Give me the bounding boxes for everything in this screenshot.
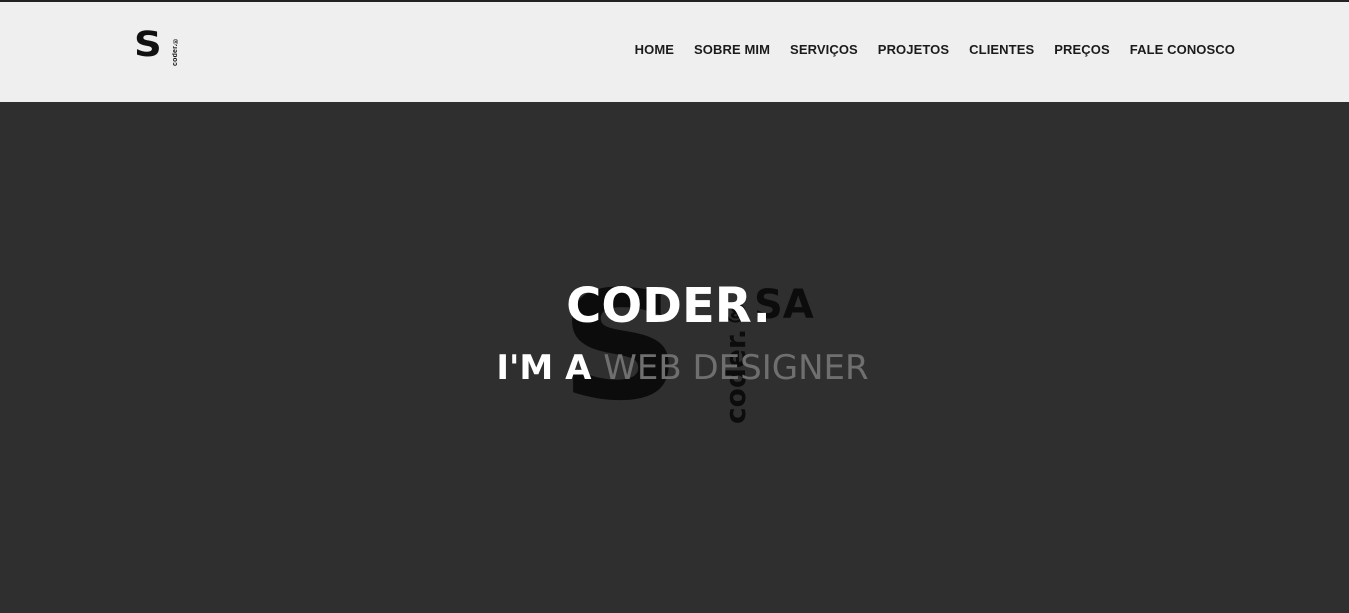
logo-word: coder.®	[172, 36, 179, 66]
nav-item-sobre-mim[interactable]: SOBRE MIM	[694, 42, 770, 57]
logo-letter: S	[134, 25, 162, 65]
hero-subtitle-lead: I'M A	[496, 348, 604, 388]
hero-section: S coder.® SA CODER. I'M A WEB DESIGNER	[0, 102, 1349, 613]
nav-item-servicos[interactable]: SERVIÇOS	[790, 42, 858, 57]
nav-item-precos[interactable]: PREÇOS	[1054, 42, 1110, 57]
hero-subtitle-role: WEB DESIGNER	[603, 348, 869, 388]
nav-item-home[interactable]: HOME	[635, 42, 674, 57]
nav-item-clientes[interactable]: CLIENTES	[969, 42, 1034, 57]
main-nav: HOME SOBRE MIM SERVIÇOS PROJETOS CLIENTE…	[635, 42, 1235, 57]
hero-title: CODER.	[566, 278, 771, 334]
hero-subtitle: I'M A WEB DESIGNER	[0, 346, 1349, 390]
nav-item-projetos[interactable]: PROJETOS	[878, 42, 949, 57]
nav-item-fale-conosco[interactable]: FALE CONOSCO	[1130, 42, 1235, 57]
site-logo[interactable]: S coder.®	[134, 28, 182, 67]
site-header: S coder.® HOME SOBRE MIM SERVIÇOS PROJET…	[0, 2, 1349, 102]
